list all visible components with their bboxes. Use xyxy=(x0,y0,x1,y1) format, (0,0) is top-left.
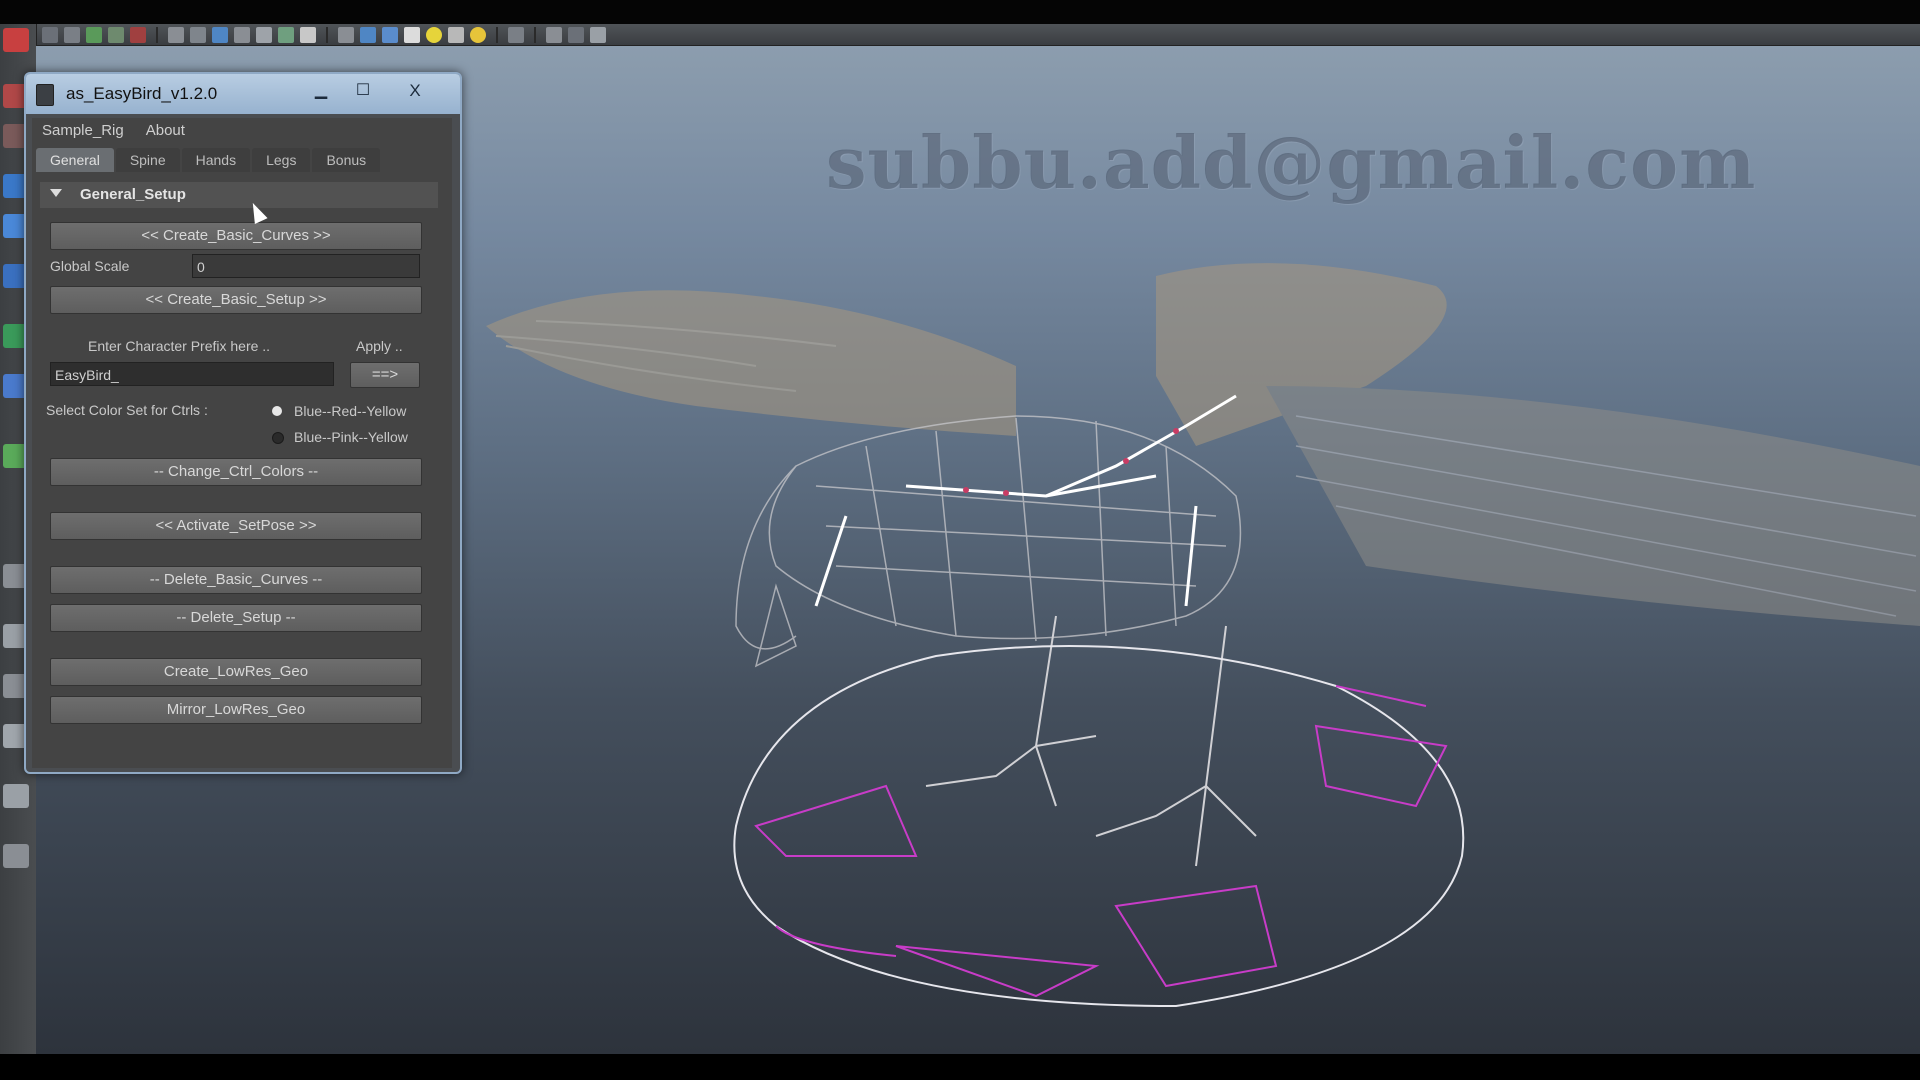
left-wing xyxy=(486,290,1016,436)
layout-icon[interactable] xyxy=(3,844,29,868)
bird-legs xyxy=(925,615,1257,867)
apply-label: Apply .. xyxy=(356,338,403,354)
easybird-window: as_EasyBird_v1.2.0 ▁ ☐ X Sample_Rig Abou… xyxy=(24,72,462,774)
tool-icon[interactable] xyxy=(278,26,294,43)
light-icon[interactable] xyxy=(470,26,486,43)
close-button[interactable]: X xyxy=(398,80,432,102)
create-basic-setup-button[interactable]: << Create_Basic_Setup >> xyxy=(50,286,422,314)
bird-body xyxy=(735,415,1242,668)
tool-icon[interactable] xyxy=(568,26,584,43)
color-option-2-label: Blue--Pink--Yellow xyxy=(294,429,408,445)
main-toolbar xyxy=(36,24,1920,46)
window-content: Sample_Rig About General Spine Hands Leg… xyxy=(32,118,452,768)
create-lowres-geo-button[interactable]: Create_LowRes_Geo xyxy=(50,658,422,686)
tab-spine[interactable]: Spine xyxy=(115,148,180,172)
mirror-lowres-geo-button[interactable]: Mirror_LowRes_Geo xyxy=(50,696,422,724)
apply-prefix-button[interactable]: ==> xyxy=(350,362,420,388)
prefix-label: Enter Character Prefix here .. xyxy=(88,338,271,354)
tab-legs[interactable]: Legs xyxy=(252,148,311,172)
radio-color-option-2[interactable] xyxy=(272,432,284,444)
tool-icon[interactable] xyxy=(190,26,206,43)
prefix-input[interactable]: EasyBird_ xyxy=(50,362,334,386)
tool-icon[interactable] xyxy=(508,26,524,43)
light-icon[interactable] xyxy=(426,26,442,43)
share-icon[interactable] xyxy=(590,26,606,43)
layout-icon[interactable] xyxy=(3,784,29,808)
tool-icon[interactable] xyxy=(130,26,146,43)
toolbar-separator xyxy=(496,26,498,43)
delete-setup-button[interactable]: -- Delete_Setup -- xyxy=(50,604,422,632)
tool-icon[interactable] xyxy=(108,26,124,43)
right-wing xyxy=(1156,263,1920,626)
tool-icon[interactable] xyxy=(382,26,398,43)
tab-hands[interactable]: Hands xyxy=(181,148,251,172)
general-setup-section-header[interactable]: General_Setup xyxy=(40,182,438,208)
toolbar-separator xyxy=(156,26,158,43)
tool-icon[interactable] xyxy=(300,26,316,43)
tool-icon[interactable] xyxy=(212,26,228,43)
tool-icon[interactable] xyxy=(404,26,420,43)
window-titlebar[interactable]: as_EasyBird_v1.2.0 ▁ ☐ X xyxy=(26,74,460,114)
menu-about[interactable]: About xyxy=(146,122,185,139)
tool-icon[interactable] xyxy=(42,26,58,43)
tool-icon[interactable] xyxy=(64,26,80,43)
ground-control xyxy=(733,645,1465,1008)
tool-icon[interactable] xyxy=(256,26,272,43)
toolbar-separator xyxy=(534,26,536,43)
tool-icon[interactable] xyxy=(360,26,376,43)
tool-icon[interactable] xyxy=(448,26,464,43)
menu-sample-rig[interactable]: Sample_Rig xyxy=(42,122,124,139)
tab-bar: General Spine Hands Legs Bonus xyxy=(36,148,381,174)
select-tool-icon[interactable] xyxy=(3,28,29,52)
maximize-button[interactable]: ☐ xyxy=(346,80,380,102)
create-basic-curves-button[interactable]: << Create_Basic_Curves >> xyxy=(50,222,422,250)
menu-bar: Sample_Rig About xyxy=(32,118,452,142)
app-icon xyxy=(36,84,54,106)
tool-icon[interactable] xyxy=(338,26,354,43)
color-option-1-label: Blue--Red--Yellow xyxy=(294,403,407,419)
tool-icon[interactable] xyxy=(86,26,102,43)
section-label: General_Setup xyxy=(80,186,186,203)
bottom-black-bar xyxy=(0,1054,1920,1080)
top-black-bar xyxy=(0,0,1920,24)
tool-icon[interactable] xyxy=(546,26,562,43)
toolbar-separator xyxy=(326,26,328,43)
minimize-button[interactable]: ▁ xyxy=(304,80,338,102)
window-title: as_EasyBird_v1.2.0 xyxy=(66,84,218,103)
tab-bonus[interactable]: Bonus xyxy=(312,148,381,172)
radio-color-option-1[interactable] xyxy=(272,406,282,416)
tab-general[interactable]: General xyxy=(36,148,114,172)
collapse-arrow-icon[interactable] xyxy=(50,189,62,197)
activate-setpose-button[interactable]: << Activate_SetPose >> xyxy=(50,512,422,540)
global-scale-label: Global Scale xyxy=(50,258,130,274)
tool-icon[interactable] xyxy=(234,26,250,43)
color-set-label: Select Color Set for Ctrls : xyxy=(46,402,208,418)
change-ctrl-colors-button[interactable]: -- Change_Ctrl_Colors -- xyxy=(50,458,422,486)
tool-icon[interactable] xyxy=(168,26,184,43)
global-scale-field[interactable]: 0 xyxy=(192,254,420,278)
delete-basic-curves-button[interactable]: -- Delete_Basic_Curves -- xyxy=(50,566,422,594)
